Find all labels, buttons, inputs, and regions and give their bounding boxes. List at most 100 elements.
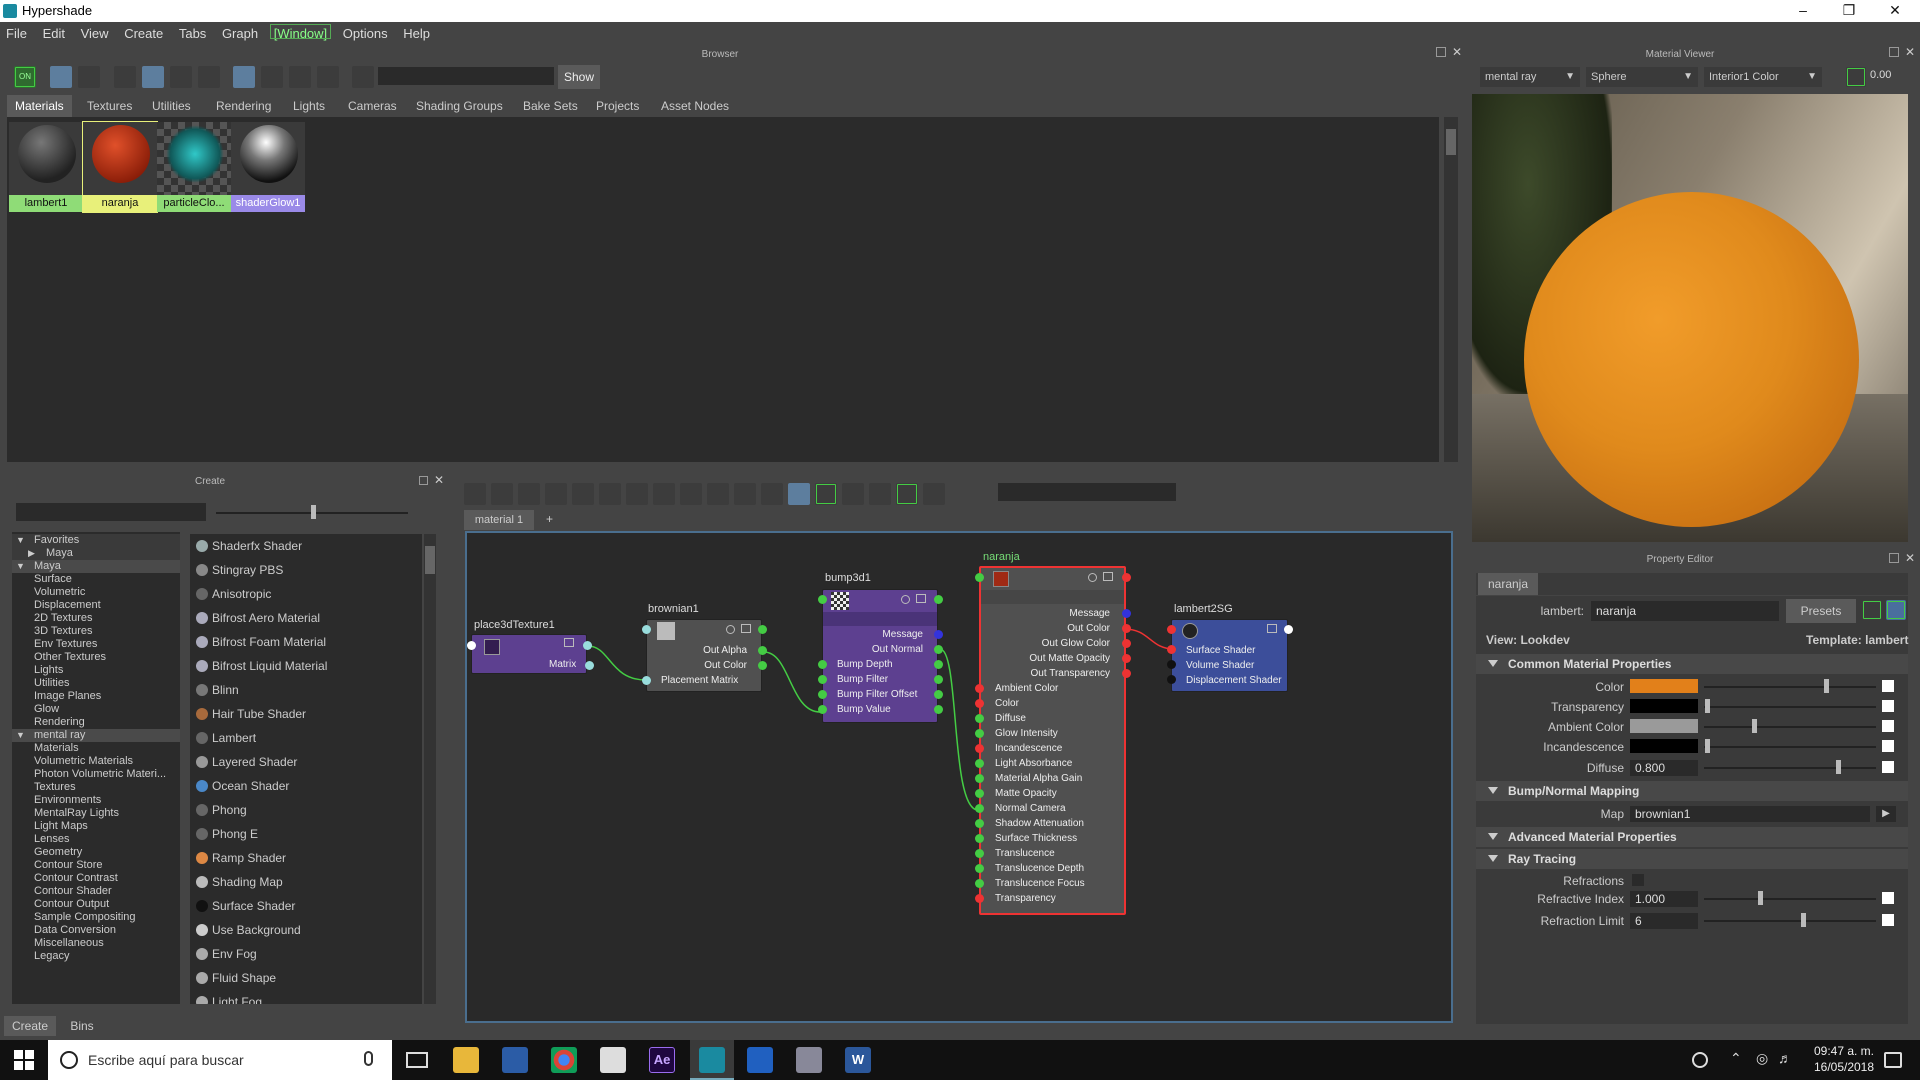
create-close-icon[interactable]: ✕ [434,473,444,487]
port-dot[interactable] [975,759,984,768]
port-dot[interactable] [934,630,943,639]
tab-projects[interactable]: Projects [588,95,647,117]
create-item[interactable]: Bifrost Aero Material [190,606,422,630]
close-button[interactable]: ✕ [1872,0,1918,22]
tree-item[interactable]: Glow [12,703,180,716]
tree-item[interactable]: Image Planes [12,690,180,703]
create-list-scrollbar[interactable] [424,534,436,1004]
port-dot[interactable] [975,714,984,723]
viewer-float-icon[interactable] [1889,47,1899,57]
graph-swatch-icon[interactable] [815,483,837,505]
transparency-slider[interactable] [1704,706,1876,708]
refraction-limit-slider[interactable] [1704,920,1876,922]
clock-date[interactable]: 16/05/2018 [1804,1060,1884,1074]
port-dot[interactable] [758,625,767,634]
slider-handle[interactable] [311,505,316,519]
slider-handle[interactable] [1758,891,1763,905]
map-button-icon[interactable] [1882,740,1894,752]
create-item[interactable]: Shading Map [190,870,422,894]
node-menu-icon[interactable] [564,638,574,647]
port-dot[interactable] [1284,625,1293,634]
view-list-icon[interactable] [78,66,100,88]
tree-item[interactable]: Legacy [12,950,180,963]
port-dot[interactable] [975,684,984,693]
port-dot[interactable] [1122,654,1131,663]
tree-item[interactable]: Light Maps [12,820,180,833]
tab-bins[interactable]: Bins [60,1016,104,1036]
map-button-icon[interactable] [1882,914,1894,926]
color-swatch[interactable] [1630,679,1698,693]
slider-handle[interactable] [1705,699,1710,713]
port-dot[interactable] [818,660,827,669]
tab-utilities[interactable]: Utilities [144,95,199,117]
node-brownian[interactable]: Out Alpha Out Color Placement Matrix [646,619,762,692]
app-window-icon[interactable] [747,1047,773,1073]
windows-start-icon[interactable] [14,1050,34,1070]
tree-item[interactable]: Photon Volumetric Materi... [12,768,180,781]
graph-selected-icon[interactable] [352,66,374,88]
graph-rearrange-icon[interactable] [653,483,675,505]
volume-icon[interactable]: ♬ [1778,1050,1792,1066]
create-float-icon[interactable] [419,476,428,485]
ambient-color-slider[interactable] [1704,726,1876,728]
tree-item[interactable]: Rendering [12,716,180,729]
presets-button[interactable]: Presets [1786,599,1856,623]
port-dot[interactable] [467,641,476,650]
port-dot[interactable] [1122,669,1131,678]
graph-output-icon[interactable] [518,483,540,505]
tree-item[interactable]: MentalRay Lights [12,807,180,820]
refresh-icon[interactable] [317,66,339,88]
node-place3dtexture[interactable]: Matrix [471,634,587,674]
graph-connected-mode-icon[interactable] [707,483,729,505]
diffuse-field[interactable]: 0.800 [1630,760,1698,776]
create-item[interactable]: Env Fog [190,942,422,966]
create-item[interactable]: Fluid Shape [190,966,422,990]
port-dot[interactable] [1122,573,1131,582]
tab-shading-groups[interactable]: Shading Groups [408,95,511,117]
after-effects-icon[interactable]: Ae [649,1047,675,1073]
tree-item[interactable]: 3D Textures [12,625,180,638]
tab-materials[interactable]: Materials [7,95,72,117]
browser-float-icon[interactable] [1436,47,1446,57]
menu-view[interactable]: View [75,22,115,41]
tab-material-1[interactable]: material 1 [464,510,534,530]
menu-options[interactable]: Options [337,22,394,41]
create-item[interactable]: Use Background [190,918,422,942]
create-item[interactable]: Shaderfx Shader [190,534,422,558]
port-dot[interactable] [1122,639,1131,648]
port-dot[interactable] [1167,675,1176,684]
show-hidden-icons[interactable]: ⌃ [1730,1050,1742,1067]
port-dot[interactable] [642,676,651,685]
graph-search-icon[interactable] [788,483,810,505]
tree-item[interactable]: Data Conversion [12,924,180,937]
tree-item[interactable]: Materials [12,742,180,755]
port-dot[interactable] [758,661,767,670]
bump-map-field[interactable]: brownian1 [1630,806,1870,822]
create-item[interactable]: Anisotropic [190,582,422,606]
graph-bookmark-icon[interactable] [896,483,918,505]
incandescence-slider[interactable] [1704,746,1876,748]
create-search-input[interactable] [16,503,206,521]
create-item[interactable]: Lambert [190,726,422,750]
menu-create[interactable]: Create [118,22,169,41]
tab-asset-nodes[interactable]: Asset Nodes [653,95,737,117]
port-dot[interactable] [975,879,984,888]
minimize-button[interactable]: – [1780,0,1826,22]
port-dot[interactable] [975,894,984,903]
node-menu-icon[interactable] [741,624,751,633]
tree-item[interactable]: Volumetric Materials [12,755,180,768]
node-lambert2sg[interactable]: Surface Shader Volume Shader Displacemen… [1171,619,1288,692]
graph-grid-icon[interactable] [842,483,864,505]
map-button-icon[interactable] [1882,892,1894,904]
menu-graph[interactable]: Graph [216,22,264,41]
node-toggle-icon[interactable] [901,595,910,604]
port-dot[interactable] [975,834,984,843]
renderer-dropdown[interactable]: mental ray ▼ [1480,67,1580,87]
node-menu-icon[interactable] [1103,572,1113,581]
view-swatch-icon[interactable] [50,66,72,88]
tree-item[interactable]: Env Textures [12,638,180,651]
port-dot[interactable] [934,660,943,669]
swatch-shaderglow1[interactable]: shaderGlow1 [231,122,305,212]
pe-close-icon[interactable]: ✕ [1905,551,1915,565]
port-dot[interactable] [975,573,984,582]
